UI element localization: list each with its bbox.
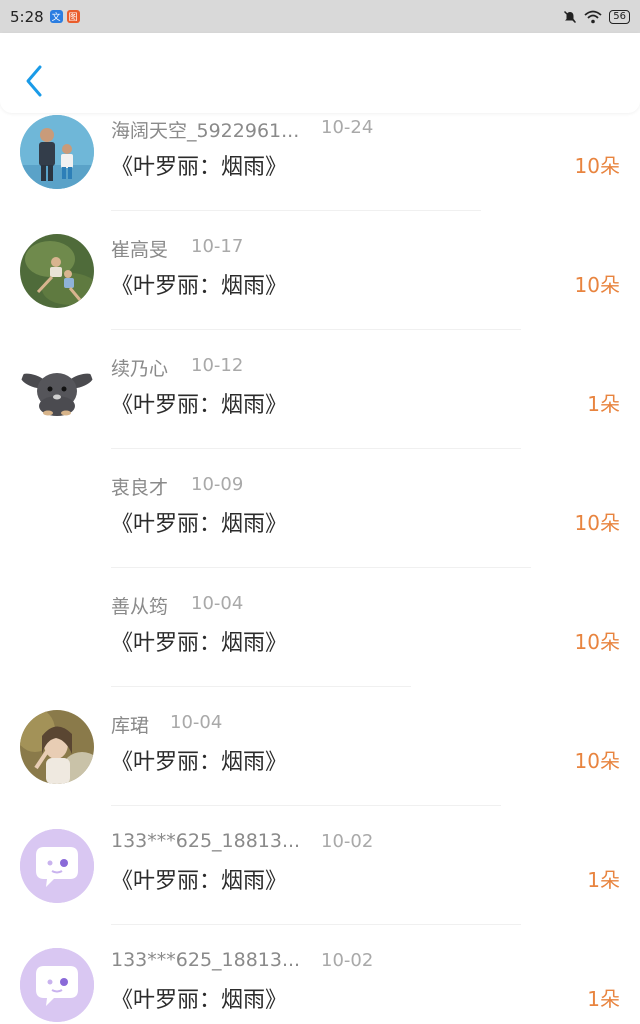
book-title: 《叶罗丽：烟雨》 [111, 988, 288, 1013]
book-title: 《叶罗丽：烟雨》 [111, 393, 288, 418]
gift-record-list[interactable]: 海阔天空_5922961... 10-24 《叶罗丽：烟雨》 10朵 崔高旻 1… [0, 113, 640, 1024]
avatar-photo [20, 234, 94, 308]
user-name: 续乃心 [111, 358, 169, 380]
back-button[interactable] [20, 63, 50, 99]
flower-amount: 10朵 [574, 630, 620, 654]
book-title: 《叶罗丽：烟雨》 [111, 869, 288, 894]
user-name: 133***625_18813... [111, 830, 301, 852]
list-item[interactable]: 海阔天空_5922961... 10-24 《叶罗丽：烟雨》 10朵 [0, 113, 640, 211]
list-item[interactable]: 衷良才 10-09 《叶罗丽：烟雨》 10朵 [0, 449, 640, 568]
list-item[interactable]: 崔高旻 10-17 《叶罗丽：烟雨》 10朵 [0, 211, 640, 330]
avatar-photo [20, 115, 94, 189]
book-title: 《叶罗丽：烟雨》 [111, 155, 288, 180]
chat-bubble-icon [20, 948, 94, 1022]
chevron-left-icon [26, 65, 42, 97]
flower-amount: 1朵 [587, 392, 620, 416]
mute-icon [564, 10, 577, 23]
book-title: 《叶罗丽：烟雨》 [111, 750, 288, 775]
avatar [20, 234, 94, 308]
avatar [20, 948, 94, 1022]
avatar-photo [20, 710, 94, 784]
list-item[interactable]: 133***625_18813... 10-02 《叶罗丽：烟雨》 1朵 [0, 806, 640, 925]
date-label: 10-02 [321, 950, 374, 971]
header-bar [0, 33, 640, 113]
user-name: 善从筠 [111, 596, 169, 618]
date-label: 10-17 [191, 236, 244, 257]
date-label: 10-09 [191, 474, 244, 495]
rabbit-avatar [20, 353, 94, 427]
user-name: 库珺 [111, 715, 150, 737]
chat-bubble-icon [20, 829, 94, 903]
list-item[interactable]: 善从筠 10-04 《叶罗丽：烟雨》 10朵 [0, 568, 640, 687]
avatar [20, 115, 94, 189]
book-title: 《叶罗丽：烟雨》 [111, 512, 288, 537]
date-label: 10-24 [321, 117, 374, 138]
battery-indicator: 56 [609, 9, 630, 24]
date-label: 10-04 [191, 593, 244, 614]
status-bar: 5:28 文 图 56 [0, 0, 640, 33]
flower-amount: 10朵 [574, 273, 620, 297]
date-label: 10-12 [191, 355, 244, 376]
list-item[interactable]: 133***625_18813... 10-02 《叶罗丽：烟雨》 1朵 [0, 925, 640, 1024]
user-name: 海阔天空_5922961... [111, 120, 300, 142]
book-title: 《叶罗丽：烟雨》 [111, 631, 288, 656]
status-time: 5:28 [10, 7, 44, 26]
wifi-icon [584, 10, 602, 23]
flower-amount: 10朵 [574, 154, 620, 178]
user-name: 崔高旻 [111, 239, 169, 261]
flower-amount: 10朵 [574, 511, 620, 535]
list-item[interactable]: 库珺 10-04 《叶罗丽：烟雨》 10朵 [0, 687, 640, 806]
date-label: 10-04 [170, 712, 223, 733]
user-name: 133***625_18813... [111, 949, 301, 971]
app-notification-icon: 文 [49, 10, 63, 23]
avatar [20, 710, 94, 784]
list-item[interactable]: 续乃心 10-12 《叶罗丽：烟雨》 1朵 [0, 330, 640, 449]
book-title: 《叶罗丽：烟雨》 [111, 274, 288, 299]
avatar [20, 353, 94, 427]
app-notification-icon: 图 [66, 10, 80, 23]
date-label: 10-02 [321, 831, 374, 852]
flower-amount: 1朵 [587, 987, 620, 1011]
avatar [20, 829, 94, 903]
flower-amount: 10朵 [574, 749, 620, 773]
flower-amount: 1朵 [587, 868, 620, 892]
user-name: 衷良才 [111, 477, 169, 499]
